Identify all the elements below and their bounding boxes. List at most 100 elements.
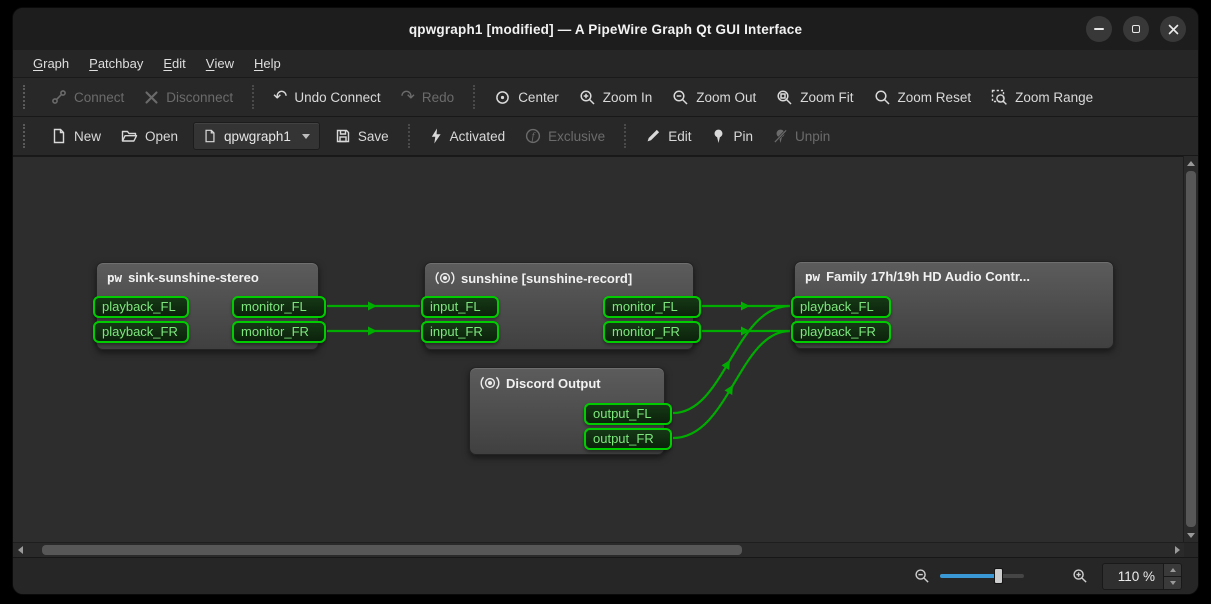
port-monitor_FR[interactable]: monitor_FR [232,321,326,343]
patchbay-file-icon [203,129,217,143]
zoom-spin-up-button[interactable] [1164,564,1181,576]
save-icon [335,128,351,144]
center-button[interactable]: Center [485,82,568,112]
app-window: qpwgraph1 [modified] — A PipeWire Graph … [12,7,1199,595]
zoom-spin-down-button[interactable] [1164,576,1181,589]
menu-help[interactable]: Help [244,50,291,77]
minimize-button[interactable] [1086,16,1112,42]
connect-button[interactable]: Connect [42,82,133,112]
node-sunshine[interactable]: sunshine [sunshine-record] input_FL inpu… [424,262,694,350]
open-button[interactable]: Open [112,121,187,151]
menu-edit[interactable]: Edit [153,50,195,77]
scroll-left-button[interactable] [13,543,27,557]
activated-toggle[interactable]: Activated [420,121,515,151]
menu-graph[interactable]: Graph [23,50,79,77]
patchbay-profile-combo[interactable]: qpwgraph1 [193,122,320,150]
center-icon [494,89,511,106]
node-header: Discord Output [470,368,664,391]
exclusive-toggle[interactable]: f Exclusive [516,121,614,151]
port-monitor_FR[interactable]: monitor_FR [603,321,701,343]
port-input_FL[interactable]: input_FL [421,296,499,318]
undo-icon: ↶ [273,89,287,105]
scroll-right-button[interactable] [1170,543,1184,557]
window-title: qpwgraph1 [modified] — A PipeWire Graph … [13,22,1198,37]
new-button[interactable]: New [42,121,110,151]
close-button[interactable] [1160,16,1186,42]
horizontal-scrollbar-thumb[interactable] [42,545,742,555]
port-monitor_FL[interactable]: monitor_FL [232,296,326,318]
chevron-down-icon [302,134,310,139]
zoom-fit-label: Zoom Fit [800,90,853,105]
zoom-fit-icon [776,89,793,106]
port-output_FR[interactable]: output_FR [584,428,672,450]
menu-patchbay[interactable]: Patchbay [79,50,153,77]
zoom-reset-label: Zoom Reset [898,90,972,105]
arrow-right-icon [1175,546,1180,554]
zoom-spinbox[interactable]: 110 % [1102,563,1182,590]
pipewire-icon: pw [805,270,820,284]
node-sink-sunshine-stereo[interactable]: pw sink-sunshine-stereo playback_FL play… [96,262,319,350]
port-output_FL[interactable]: output_FL [584,403,672,425]
zoom-fit-button[interactable]: Zoom Fit [767,82,862,112]
unpin-button[interactable]: Unpin [764,121,839,151]
node-title: sunshine [sunshine-record] [461,271,632,286]
zoom-in-button[interactable]: Zoom In [570,82,662,112]
menu-view[interactable]: View [196,50,244,77]
port-input_FR[interactable]: input_FR [421,321,499,343]
open-folder-icon [121,128,138,144]
zoom-range-button[interactable]: Zoom Range [982,82,1102,112]
node-header: pw sink-sunshine-stereo [97,263,318,285]
zoom-in-icon [579,89,596,106]
toolbar-separator [252,85,254,109]
port-playback_FR[interactable]: playback_FR [791,321,891,343]
horizontal-scrollbar[interactable] [27,543,1170,557]
toolbar-handle[interactable] [23,124,33,148]
undo-connect-button[interactable]: ↶ Undo Connect [264,82,390,112]
save-label: Save [358,129,389,144]
zoom-out-icon [672,89,689,106]
zoom-value: 110 % [1103,564,1163,589]
svg-text:f: f [532,132,537,143]
disconnect-button[interactable]: Disconnect [135,82,242,112]
graph-toolbar: Connect Disconnect ↶ Undo Connect ↷ Redo… [13,78,1198,117]
save-button[interactable]: Save [326,121,398,151]
titlebar[interactable]: qpwgraph1 [modified] — A PipeWire Graph … [13,8,1198,50]
scroll-down-button[interactable] [1184,528,1198,542]
pin-icon [711,128,726,144]
edit-label: Edit [668,129,691,144]
pin-button[interactable]: Pin [702,121,762,151]
exclusive-label: Exclusive [548,129,605,144]
close-icon [1168,24,1179,35]
wire-arrow [725,383,737,395]
zoom-reset-button[interactable]: Zoom Reset [865,82,981,112]
toolbar-handle[interactable] [23,85,33,109]
node-header: sunshine [sunshine-record] [425,263,693,286]
port-playback_FR[interactable]: playback_FR [93,321,189,343]
edit-button[interactable]: Edit [636,121,700,151]
port-playback_FL[interactable]: playback_FL [93,296,189,318]
open-label: Open [145,129,178,144]
vertical-scrollbar[interactable] [1183,156,1198,542]
zoom-range-icon [991,89,1008,106]
zoom-slider[interactable] [940,567,1024,585]
maximize-button[interactable] [1123,16,1149,42]
graph-canvas[interactable]: pw sink-sunshine-stereo playback_FL play… [13,156,1183,542]
vertical-scrollbar-thumb[interactable] [1186,171,1196,527]
port-monitor_FL[interactable]: monitor_FL [603,296,701,318]
port-playback_FL[interactable]: playback_FL [791,296,891,318]
wire-arrow [368,302,377,311]
zoom-out-button[interactable]: Zoom Out [663,82,765,112]
zoom-slider-handle[interactable] [994,568,1003,584]
node-family-hd-audio[interactable]: pw Family 17h/19h HD Audio Contr... play… [794,261,1114,349]
arrow-up-icon [1170,568,1176,572]
node-discord-output[interactable]: Discord Output output_FL output_FR [469,367,665,455]
redo-icon: ↷ [401,89,415,105]
redo-button[interactable]: ↷ Redo [392,82,464,112]
node-title: sink-sunshine-stereo [128,270,259,285]
statusbar: 110 % [13,557,1198,594]
node-title: Discord Output [506,376,601,391]
scroll-up-button[interactable] [1184,156,1198,170]
activated-label: Activated [450,129,506,144]
record-icon [435,270,455,286]
patchbay-toolbar: New Open qpwgraph1 Save Act [13,117,1198,156]
